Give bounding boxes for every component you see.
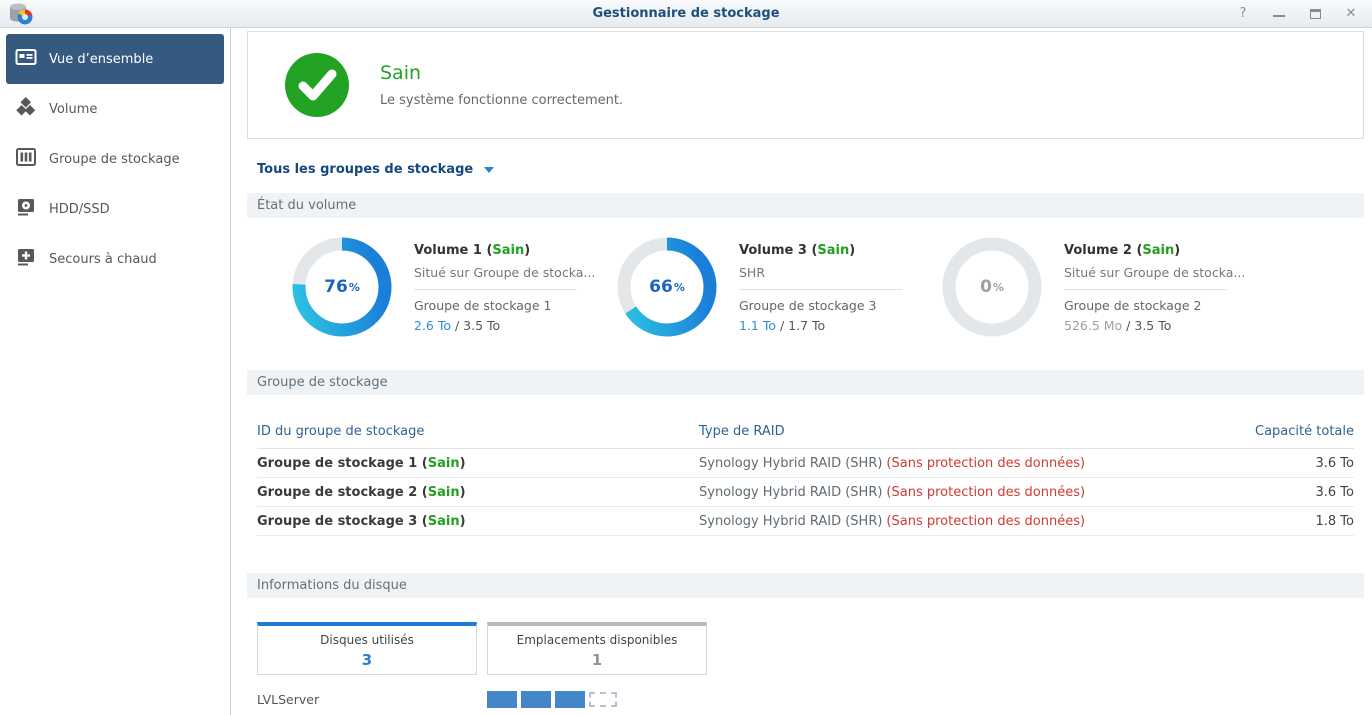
volume-subtitle: Situé sur Groupe de stocka... xyxy=(1064,265,1246,280)
column-header-capacity: Capacité totale xyxy=(1255,424,1354,439)
hdd-icon xyxy=(15,196,37,222)
row-capacity: 1.8 To xyxy=(1315,513,1355,529)
tab-count: 3 xyxy=(361,651,373,669)
divider xyxy=(739,289,902,290)
tab-label: Disques utilisés xyxy=(320,633,414,647)
maximize-button[interactable] xyxy=(1308,7,1322,21)
volume-capacity: 2.6 To / 3.5 To xyxy=(414,318,501,333)
disk-slots xyxy=(487,691,617,708)
volume-usage-donut: 76% xyxy=(292,237,392,337)
volume-card: 66% Volume 3 (Sain) SHR Groupe de stocka… xyxy=(617,237,942,337)
healthy-check-icon xyxy=(285,53,349,117)
volume-usage-donut: 0% xyxy=(942,237,1042,337)
storage-group-filter-label: Tous les groupes de stockage xyxy=(257,161,474,177)
close-button[interactable]: ✕ xyxy=(1344,7,1358,21)
sidebar-item-volume[interactable]: Volume xyxy=(6,84,224,134)
window-title: Gestionnaire de stockage xyxy=(592,6,780,21)
volume-title: Volume 3 (Sain) xyxy=(739,243,856,258)
disk-slot-empty xyxy=(589,692,617,707)
sidebar-item-label: Vue d’ensemble xyxy=(49,51,154,67)
row-raid-type: Synology Hybrid RAID (SHR) (Sans protecti… xyxy=(699,455,1086,471)
table-row[interactable]: Groupe de stockage 1 (Sain) Synology Hyb… xyxy=(257,449,1354,478)
health-description: Le système fonctionne correctement. xyxy=(380,93,624,108)
storage-manager-app-icon xyxy=(10,3,33,24)
sidebar-item-hdd-ssd[interactable]: HDD/SSD xyxy=(6,184,224,234)
maximize-icon xyxy=(1309,8,1321,19)
volume-storage-group: Groupe de stockage 2 xyxy=(1064,298,1202,313)
row-id: Groupe de stockage 2 (Sain) xyxy=(257,484,466,500)
server-name: LVLServer xyxy=(257,692,320,707)
disk-tab-available[interactable]: Emplacements disponibles 1 xyxy=(487,622,707,675)
column-header-raid: Type de RAID xyxy=(699,424,785,439)
row-id: Groupe de stockage 3 (Sain) xyxy=(257,513,466,529)
storage-group-filter-dropdown[interactable]: Tous les groupes de stockage xyxy=(257,160,495,178)
sidebar-item-hot-spare[interactable]: Secours à chaud xyxy=(6,234,224,284)
sidebar-item-label: Groupe de stockage xyxy=(49,151,180,167)
table-header: ID du groupe de stockage Type de RAID Ca… xyxy=(257,424,1354,449)
volume-usage-donut: 66% xyxy=(617,237,717,337)
disk-slot-used[interactable] xyxy=(555,691,585,708)
volume-usage-percent: 76% xyxy=(324,277,360,297)
health-card: Sain Le système fonctionne correctement. xyxy=(247,31,1364,139)
overview-icon xyxy=(15,46,37,72)
sidebar-item-overview[interactable]: Vue d’ensemble xyxy=(6,34,224,84)
titlebar: Gestionnaire de stockage ? ✕ xyxy=(0,0,1372,28)
volume-storage-group: Groupe de stockage 3 xyxy=(739,298,877,313)
disk-slot-used[interactable] xyxy=(521,691,551,708)
volume-subtitle: Situé sur Groupe de stocka... xyxy=(414,265,596,280)
row-raid-type: Synology Hybrid RAID (SHR) (Sans protecti… xyxy=(699,513,1086,529)
sidebar-item-label: Secours à chaud xyxy=(49,251,157,267)
table-row[interactable]: Groupe de stockage 2 (Sain) Synology Hyb… xyxy=(257,478,1354,507)
main-content: Sain Le système fonctionne correctement.… xyxy=(231,28,1372,715)
sidebar-item-storage-pool[interactable]: Groupe de stockage xyxy=(6,134,224,184)
close-icon: ✕ xyxy=(1345,6,1357,21)
volume-capacity: 526.5 Mo / 3.5 To xyxy=(1064,318,1172,333)
help-button[interactable]: ? xyxy=(1236,7,1250,21)
storage-pool-icon xyxy=(15,146,37,172)
volume-usage-percent: 66% xyxy=(649,277,685,297)
server-row: LVLServer xyxy=(257,691,1364,708)
row-raid-type: Synology Hybrid RAID (SHR) (Sans protecti… xyxy=(699,484,1086,500)
tab-count: 1 xyxy=(591,651,603,669)
hot-spare-icon xyxy=(15,246,37,272)
section-storage-group: Groupe de stockage xyxy=(247,370,1364,395)
table-body: Groupe de stockage 1 (Sain) Synology Hyb… xyxy=(257,449,1354,536)
volume-title: Volume 2 (Sain) xyxy=(1064,243,1181,258)
sidebar-item-label: Volume xyxy=(49,101,98,117)
volume-storage-group: Groupe de stockage 1 xyxy=(414,298,552,313)
tab-label: Emplacements disponibles xyxy=(516,633,678,647)
row-capacity: 3.6 To xyxy=(1315,484,1355,500)
row-capacity: 3.6 To xyxy=(1315,455,1355,471)
minimize-icon xyxy=(1273,15,1285,17)
column-header-id: ID du groupe de stockage xyxy=(257,424,425,439)
divider xyxy=(414,289,577,290)
row-id: Groupe de stockage 1 (Sain) xyxy=(257,455,466,471)
volume-title: Volume 1 (Sain) xyxy=(414,243,531,258)
disk-tabs: Disques utilisés 3 Emplacements disponibl… xyxy=(257,622,1364,675)
section-disk-info: Informations du disque xyxy=(247,573,1364,598)
volume-card: 76% Volume 1 (Sain) Situé sur Groupe de … xyxy=(292,237,617,337)
health-status: Sain xyxy=(380,62,422,84)
divider xyxy=(1064,289,1227,290)
chevron-down-icon xyxy=(484,167,495,173)
sidebar: Vue d’ensemble Volume Groupe de stockage… xyxy=(0,28,231,715)
volumes-row: 76% Volume 1 (Sain) Situé sur Groupe de … xyxy=(292,237,1364,337)
sidebar-item-label: HDD/SSD xyxy=(49,201,110,217)
volume-icon xyxy=(15,96,37,122)
disk-slot-used[interactable] xyxy=(487,691,517,708)
disk-tab-used[interactable]: Disques utilisés 3 xyxy=(257,622,477,675)
table-row[interactable]: Groupe de stockage 3 (Sain) Synology Hyb… xyxy=(257,507,1354,536)
minimize-button[interactable] xyxy=(1272,7,1286,21)
volume-subtitle: SHR xyxy=(739,265,766,280)
volume-usage-percent: 0% xyxy=(980,277,1004,297)
volume-card: 0% Volume 2 (Sain) Situé sur Groupe de s… xyxy=(942,237,1267,337)
storage-group-table: ID du groupe de stockage Type de RAID Ca… xyxy=(257,424,1354,536)
volume-capacity: 1.1 To / 1.7 To xyxy=(739,318,826,333)
help-icon: ? xyxy=(1239,6,1247,21)
section-volume-status: État du volume xyxy=(247,193,1364,218)
